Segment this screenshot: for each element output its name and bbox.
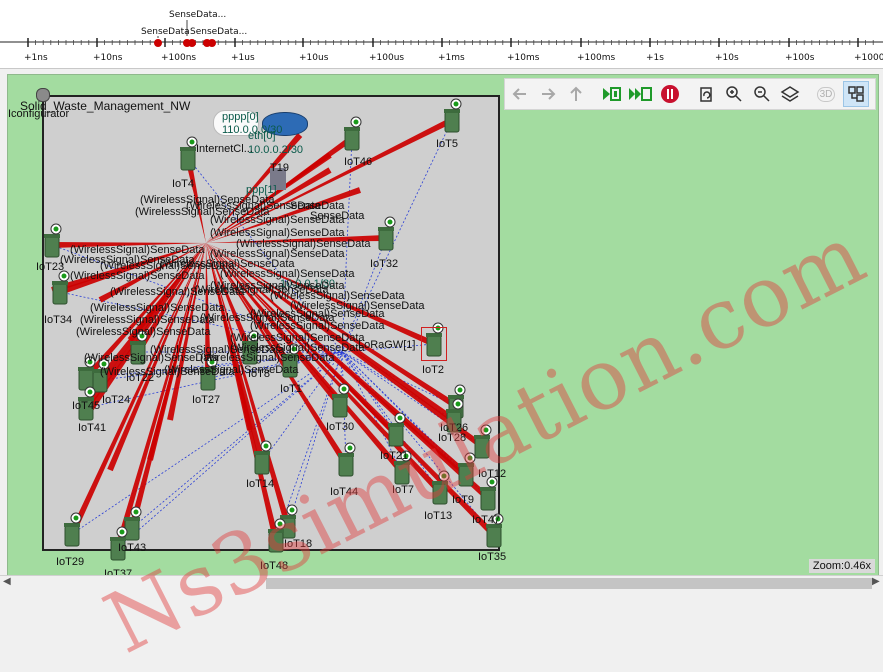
timeline-tick-label: +1ms <box>438 53 465 63</box>
refresh-icon[interactable] <box>693 81 719 107</box>
layers-icon[interactable] <box>777 81 803 107</box>
timeline-tick-label: +10ms <box>507 53 540 63</box>
node-label: IoT27 <box>192 394 221 406</box>
internet-cloud-label: InternetCl... <box>196 143 253 155</box>
timeline-tick-label: +1000s <box>854 53 883 63</box>
zoom-in-icon[interactable] <box>721 81 747 107</box>
node-label: IoT22 <box>126 372 155 384</box>
node-label: IoT1 <box>280 383 303 395</box>
node-label: IoT29 <box>56 556 85 568</box>
event-marker[interactable] <box>188 39 196 47</box>
node-label: IoT14 <box>246 478 275 490</box>
message-label: (WirelessSignal)SenseData <box>80 314 215 326</box>
3d-view-icon[interactable]: 3D <box>813 81 839 107</box>
timeline-tick-label: +1ns <box>24 53 48 63</box>
message-label: (WirelessSignal)SenseData <box>250 308 385 320</box>
node-label: IoT5 <box>436 138 459 150</box>
node-label: T19 <box>270 162 289 174</box>
node-label: IoT32 <box>370 258 399 270</box>
run-until-next-event-icon[interactable] <box>599 81 625 107</box>
node-label: IoT43 <box>118 542 147 554</box>
timeline-tick-label: +10us <box>299 53 329 63</box>
timeline-tick-label: +1us <box>231 53 255 63</box>
message-label: (WirelessSignal)SenseData <box>76 326 211 338</box>
configurator-label: Iconfigurator <box>8 108 70 120</box>
timeline-tick-label: +100us <box>369 53 405 63</box>
timeline-tick-label: +100s <box>785 53 815 63</box>
node-label: IoT30 <box>326 421 355 433</box>
node-label: IoT8 <box>248 368 271 380</box>
layout-arrange-icon[interactable] <box>843 81 869 107</box>
timeline-tick-label: +100ms <box>577 53 616 63</box>
message-label: SenseData <box>310 210 365 222</box>
node-label: IoT46 <box>344 156 373 168</box>
gateway-label: LoRaGW[1] <box>358 339 416 351</box>
fast-forward-icon[interactable] <box>627 81 653 107</box>
timeline-event-label: SenseData... <box>190 27 248 37</box>
forward-arrow-icon[interactable] <box>535 81 561 107</box>
back-arrow-icon[interactable] <box>507 81 533 107</box>
message-label: (WirelessSignal)SenseData <box>250 320 385 332</box>
up-arrow-icon[interactable] <box>563 81 589 107</box>
gear-icon[interactable] <box>36 88 50 102</box>
message-label: (WirelessSignal)SenseData <box>70 270 205 282</box>
timeline-tick-label: +1s <box>646 53 664 63</box>
selection-highlight <box>421 327 447 361</box>
timeline-event-label: SenseData <box>141 27 190 37</box>
message-label: (WirelessSignal)SenseData <box>270 290 405 302</box>
timeline-bar[interactable]: SenseData... SenseData SenseData... +1ns… <box>0 0 883 69</box>
node-label: IoT34 <box>44 314 73 326</box>
scroll-left-icon[interactable]: ◀ <box>3 576 11 587</box>
node-label: IoT41 <box>78 422 107 434</box>
router-interface-label: eth[0] <box>248 130 276 142</box>
timeline-tick-label: +10s <box>715 53 739 63</box>
timeline-tick-label: +100ns <box>161 53 197 63</box>
node-label: IoT4 <box>172 178 195 190</box>
timeline-tick-label: +10ns <box>93 53 123 63</box>
timeline-event-label: SenseData... <box>169 10 227 20</box>
message-label: (WirelessSignal)SenseData <box>164 364 299 376</box>
node-label: IoT2 <box>422 364 445 376</box>
node-label: IoT47 <box>472 514 501 526</box>
scrollbar-thumb[interactable] <box>266 578 872 589</box>
message-label: (WirelessSignal)SenseData <box>150 344 285 356</box>
node-label: IoT24 <box>102 394 131 406</box>
node-label: IoT45 <box>72 400 101 412</box>
toolbar: 3D <box>504 78 876 110</box>
router-interface-label: 10.0.0.2/30 <box>248 144 304 156</box>
event-marker[interactable] <box>154 39 162 47</box>
message-label: (WirelessSignal)SenseData <box>220 268 355 280</box>
stop-icon[interactable] <box>657 81 683 107</box>
scroll-right-icon[interactable]: ▶ <box>872 576 880 587</box>
zoom-indicator: Zoom:0.46x <box>808 559 875 573</box>
router-interface-label: pppp[0] <box>222 111 259 123</box>
node-label: IoT35 <box>478 551 507 563</box>
zoom-out-icon[interactable] <box>749 81 775 107</box>
node-label: IoT23 <box>36 261 65 273</box>
event-marker[interactable] <box>208 39 216 47</box>
